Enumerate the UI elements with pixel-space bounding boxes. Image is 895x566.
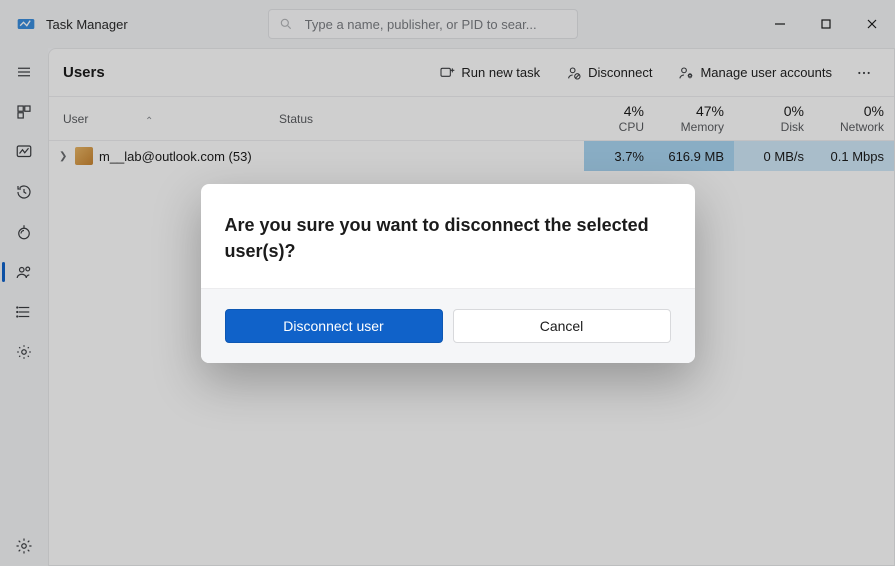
disconnect-user-button[interactable]: Disconnect user	[225, 309, 443, 343]
dialog-message: Are you sure you want to disconnect the …	[225, 212, 669, 264]
cancel-button[interactable]: Cancel	[453, 309, 671, 343]
modal-backdrop: Are you sure you want to disconnect the …	[0, 0, 895, 566]
dialog-body: Are you sure you want to disconnect the …	[201, 184, 695, 288]
disconnect-user-label: Disconnect user	[283, 318, 383, 334]
task-manager-window: Task Manager	[0, 0, 895, 566]
confirm-disconnect-dialog: Are you sure you want to disconnect the …	[201, 184, 695, 363]
dialog-actions: Disconnect user Cancel	[201, 288, 695, 363]
cancel-label: Cancel	[540, 318, 584, 334]
